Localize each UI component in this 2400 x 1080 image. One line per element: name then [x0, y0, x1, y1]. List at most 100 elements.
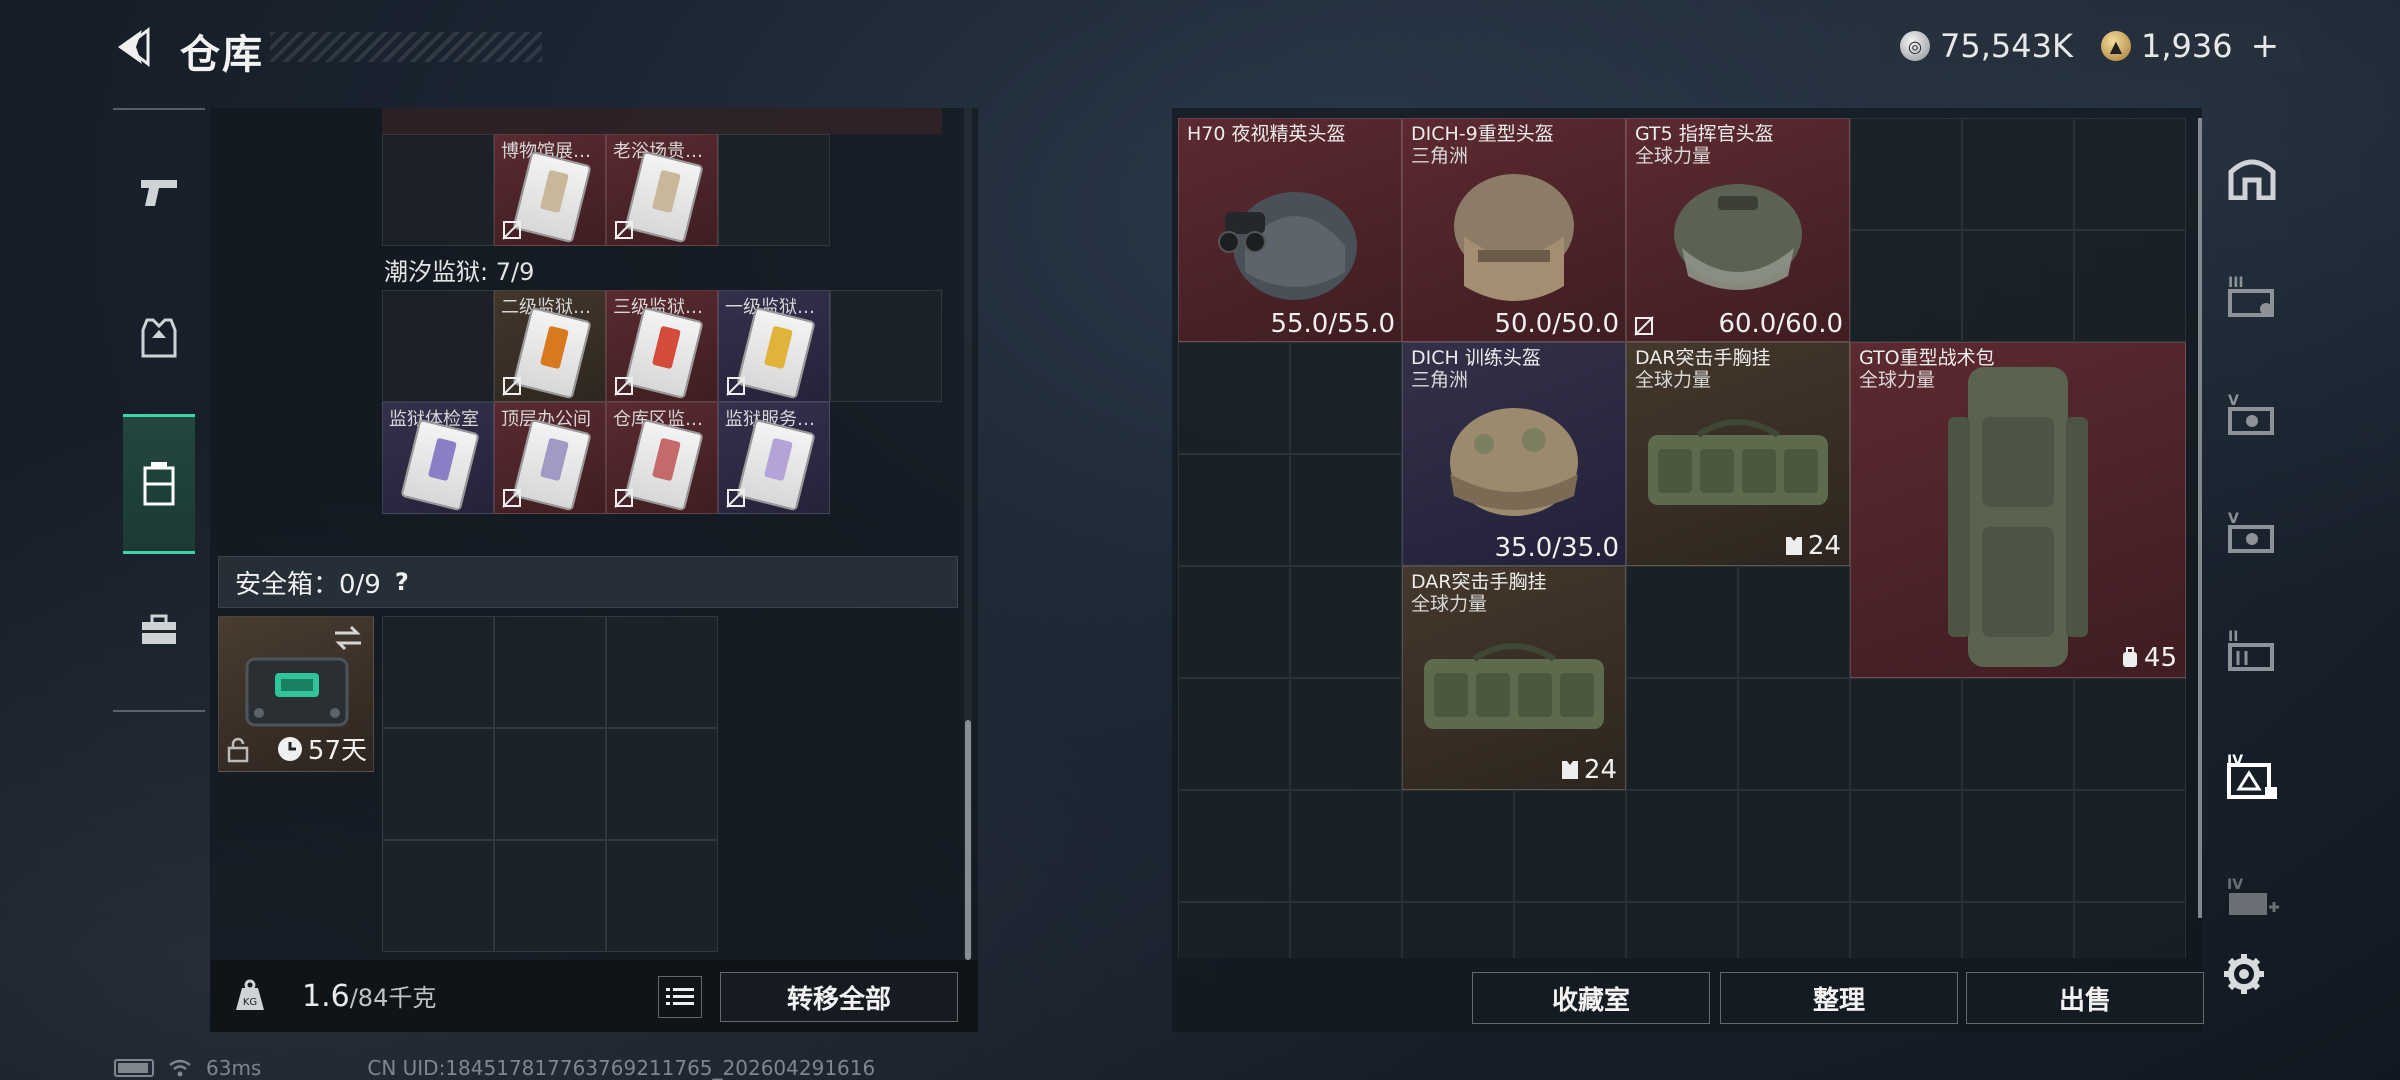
- safebox-empty-slot[interactable]: [606, 840, 718, 952]
- inventory-empty-cell[interactable]: [1738, 902, 1850, 958]
- sell-button[interactable]: 出售: [1966, 972, 2204, 1024]
- inventory-empty-cell[interactable]: [1962, 230, 2074, 342]
- inventory-empty-cell[interactable]: [1402, 790, 1514, 902]
- inventory-item[interactable]: DAR突击手胸挂 全球力量 24: [1402, 566, 1626, 790]
- keycard-slot[interactable]: 一级监狱…: [718, 290, 830, 402]
- inventory-empty-cell[interactable]: [2074, 902, 2186, 958]
- keycard-slot[interactable]: 监狱体检室: [382, 402, 494, 514]
- keycard-slot[interactable]: 三级监狱…: [606, 290, 718, 402]
- inventory-empty-cell[interactable]: [1178, 454, 1290, 566]
- inventory-empty-cell[interactable]: [1626, 566, 1738, 678]
- tab-tier-v-b[interactable]: V: [2224, 504, 2280, 560]
- add-currency-button[interactable]: +: [2251, 26, 2280, 66]
- inventory-empty-cell[interactable]: [1850, 790, 1962, 902]
- battery-icon: [114, 1059, 154, 1077]
- storage-scrollbar-thumb[interactable]: [965, 720, 971, 960]
- inventory-empty-cell[interactable]: [1962, 790, 2074, 902]
- keycard-slot[interactable]: 老浴场贵…: [606, 134, 718, 246]
- keycard-slot[interactable]: 监狱服务…: [718, 402, 830, 514]
- wifi-icon: [169, 1059, 191, 1077]
- inventory-empty-cell[interactable]: [1850, 230, 1962, 342]
- safebox-empty-slot[interactable]: [494, 616, 606, 728]
- keycard-slot[interactable]: 博物馆展…: [494, 134, 606, 246]
- keycard-slot[interactable]: 仓库区监…: [606, 402, 718, 514]
- tab-tier-v-a[interactable]: V: [2224, 386, 2280, 442]
- inventory-empty-cell[interactable]: [1962, 118, 2074, 230]
- nav-equipment[interactable]: [123, 268, 195, 408]
- storage-scroll-area[interactable]: 博物馆展… 老浴场贵… 潮汐监狱: 7/9 二级监狱… 三级监狱… 一级监狱…: [210, 108, 978, 958]
- inventory-empty-cell[interactable]: [1626, 902, 1738, 958]
- tab-tier-iv-add[interactable]: IV: [2224, 870, 2280, 926]
- safebox-container[interactable]: 57天: [218, 616, 374, 772]
- safebox-help-button[interactable]: ?: [395, 568, 409, 596]
- tab-tier-iii[interactable]: III: [2224, 268, 2280, 324]
- safebox-empty-slot[interactable]: [382, 840, 494, 952]
- inventory-empty-cell[interactable]: [2074, 678, 2186, 790]
- inventory-empty-cell[interactable]: [1178, 566, 1290, 678]
- inventory-empty-cell[interactable]: [1626, 678, 1738, 790]
- empty-slot[interactable]: [718, 134, 830, 246]
- transfer-all-button[interactable]: 转移全部: [720, 972, 958, 1022]
- empty-slot[interactable]: [382, 134, 494, 246]
- inventory-empty-cell[interactable]: [1626, 790, 1738, 902]
- inventory-empty-cell[interactable]: [2074, 118, 2186, 230]
- inventory-empty-cell[interactable]: [1738, 566, 1850, 678]
- inventory-empty-cell[interactable]: [1514, 902, 1626, 958]
- inventory-item[interactable]: GT5 指挥官头盔 全球力量 60.0/60.0: [1626, 118, 1850, 342]
- inventory-grid[interactable]: H70 夜视精英头盔 55.0/55.0 DICH-9重型头盔 三角洲 50.0…: [1178, 118, 2186, 958]
- safebox-empty-slot[interactable]: [494, 840, 606, 952]
- inventory-empty-cell[interactable]: [1290, 454, 1402, 566]
- inventory-item[interactable]: H70 夜视精英头盔 55.0/55.0: [1178, 118, 1402, 342]
- safebox-empty-slot[interactable]: [606, 616, 718, 728]
- back-button[interactable]: [108, 22, 158, 72]
- inventory-empty-cell[interactable]: [1290, 902, 1402, 958]
- inventory-empty-cell[interactable]: [1962, 678, 2074, 790]
- swap-icon[interactable]: [333, 625, 363, 651]
- safebox-empty-slot[interactable]: [494, 728, 606, 840]
- inventory-empty-cell[interactable]: [1402, 902, 1514, 958]
- inventory-empty-cell[interactable]: [1178, 678, 1290, 790]
- safebox-empty-slot[interactable]: [606, 728, 718, 840]
- inventory-empty-cell[interactable]: [1178, 790, 1290, 902]
- inventory-empty-cell[interactable]: [1290, 790, 1402, 902]
- inventory-empty-cell[interactable]: [1290, 342, 1402, 454]
- list-view-button[interactable]: [658, 976, 702, 1018]
- safebox-empty-slot[interactable]: [382, 616, 494, 728]
- inventory-item[interactable]: DICH-9重型头盔 三角洲 50.0/50.0: [1402, 118, 1626, 342]
- collection-room-button[interactable]: 收藏室: [1472, 972, 1710, 1024]
- keycard-slot[interactable]: 顶层办公间: [494, 402, 606, 514]
- inventory-item[interactable]: DAR突击手胸挂 全球力量 24: [1626, 342, 1850, 566]
- inventory-empty-cell[interactable]: [1290, 566, 1402, 678]
- inventory-empty-cell[interactable]: [1178, 342, 1290, 454]
- status-bar: 63ms CN UID:18451781776376921176​5_20260…: [114, 1056, 875, 1080]
- partial-row: [382, 108, 942, 134]
- clock-icon: [277, 736, 302, 761]
- inventory-empty-cell[interactable]: [1290, 678, 1402, 790]
- sort-button[interactable]: 整理: [1720, 972, 1958, 1024]
- empty-slot[interactable]: [830, 290, 942, 402]
- tab-home[interactable]: [2224, 148, 2280, 204]
- inventory-item[interactable]: GTO重型战术包 全球力量 45: [1850, 342, 2186, 678]
- settings-gear-icon[interactable]: [2222, 952, 2266, 996]
- inventory-empty-cell[interactable]: [1738, 790, 1850, 902]
- nav-storage[interactable]: [123, 414, 195, 554]
- inventory-empty-cell[interactable]: [2074, 230, 2186, 342]
- inventory-empty-cell[interactable]: [1850, 902, 1962, 958]
- item-capacity: 24: [1560, 755, 1617, 785]
- nav-toolbox[interactable]: [123, 560, 195, 700]
- keycard-slot[interactable]: 二级监狱…: [494, 290, 606, 402]
- empty-slot[interactable]: [382, 290, 494, 402]
- tab-tier-ii[interactable]: II: [2224, 622, 2280, 678]
- inventory-empty-cell[interactable]: [1738, 678, 1850, 790]
- tab-tier-iv-active[interactable]: IV: [2224, 748, 2280, 804]
- nav-weapons[interactable]: [123, 122, 195, 262]
- safebox-empty-slot[interactable]: [382, 728, 494, 840]
- inventory-empty-cell[interactable]: [1850, 678, 1962, 790]
- inventory-item[interactable]: DICH 训练头盔 三角洲 35.0/35.0: [1402, 342, 1626, 566]
- inventory-empty-cell[interactable]: [2074, 790, 2186, 902]
- inventory-empty-cell[interactable]: [1178, 902, 1290, 958]
- item-durability: 50.0/50.0: [1494, 309, 1619, 339]
- inventory-empty-cell[interactable]: [1514, 790, 1626, 902]
- inventory-empty-cell[interactable]: [1962, 902, 2074, 958]
- inventory-empty-cell[interactable]: [1850, 118, 1962, 230]
